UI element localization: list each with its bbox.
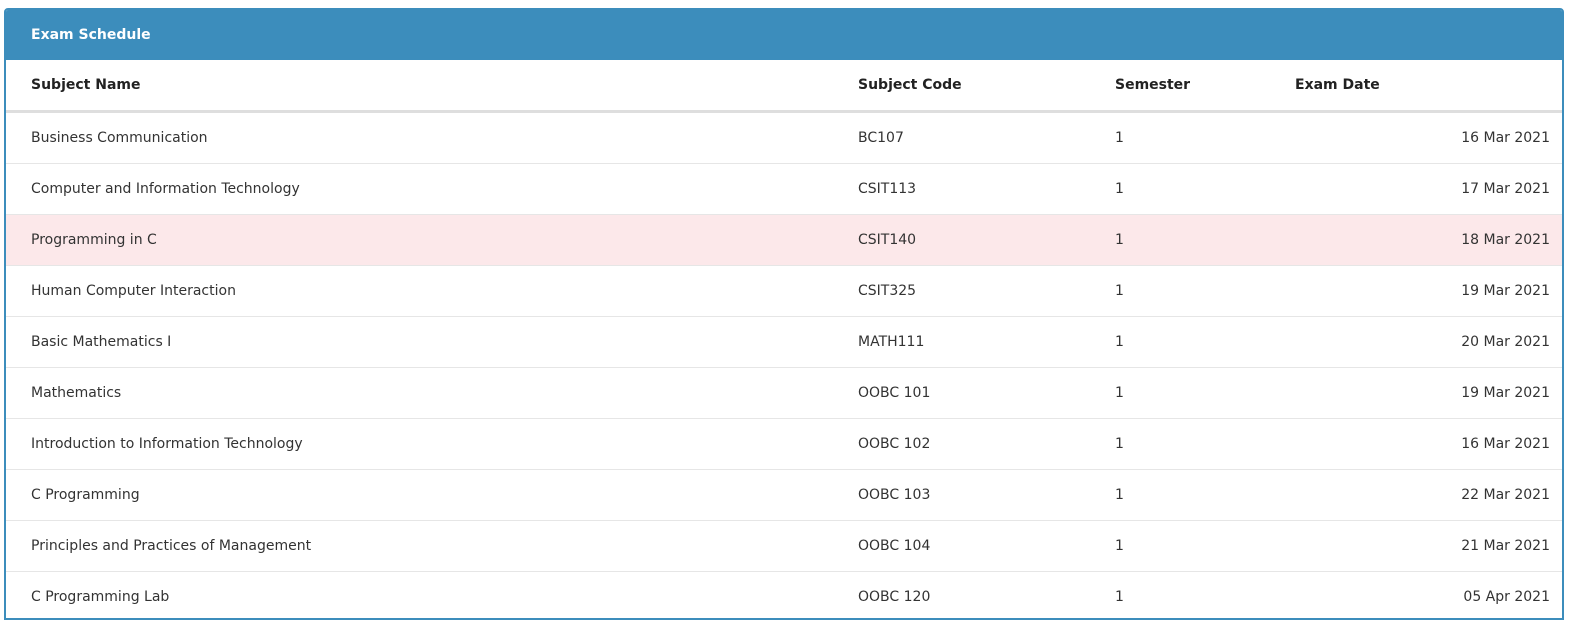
column-header-subject-name[interactable]: Subject Name <box>6 60 858 113</box>
cell-semester: 1 <box>1115 111 1295 164</box>
table-row[interactable]: Business Communication BC107 1 16 Mar 2021 <box>6 111 1562 164</box>
column-header-subject-code[interactable]: Subject Code <box>858 60 1115 113</box>
cell-subject-code: CSIT113 <box>858 163 1115 215</box>
column-header-exam-date[interactable]: Exam Date <box>1295 60 1562 113</box>
cell-subject-code: CSIT325 <box>858 265 1115 317</box>
table-row[interactable]: Principles and Practices of Management OO… <box>6 520 1562 572</box>
cell-exam-date: 22 Mar 2021 <box>1295 469 1562 521</box>
cell-subject-name: Business Communication <box>6 111 858 164</box>
cell-semester: 1 <box>1115 469 1295 521</box>
cell-semester: 1 <box>1115 367 1295 419</box>
cell-subject-code: OOBC 120 <box>858 589 931 605</box>
cell-subject-code: MATH111 <box>858 316 1115 368</box>
cell-exam-date: 19 Mar 2021 <box>1295 265 1562 317</box>
panel-header: Exam Schedule <box>6 10 1562 60</box>
cell-subject-name: Programming in C <box>6 214 858 266</box>
cell-subject-code: OOBC 104 <box>858 520 1115 572</box>
cell-subject-name: C Programming <box>6 469 858 521</box>
table-row[interactable]: Introduction to Information Technology OO… <box>6 418 1562 470</box>
cell-semester: 1 <box>1115 418 1295 470</box>
cell-semester: 1 <box>1115 589 1124 605</box>
cell-exam-date: 20 Mar 2021 <box>1295 316 1562 368</box>
cell-exam-date: 18 Mar 2021 <box>1295 214 1562 266</box>
cell-subject-code: BC107 <box>858 111 1115 164</box>
cell-subject-name: C Programming Lab <box>31 589 170 605</box>
table-row[interactable]: Human Computer Interaction CSIT325 1 19 Mar… <box>6 265 1562 317</box>
cell-exam-date: 05 Apr 2021 <box>1463 589 1550 605</box>
cell-subject-name: Computer and Information Technology <box>6 163 858 215</box>
cell-subject-code: OOBC 101 <box>858 367 1115 419</box>
table-row[interactable]: Basic Mathematics I MATH111 1 20 Mar 2021 <box>6 316 1562 368</box>
column-header-semester[interactable]: Semester <box>1115 60 1295 113</box>
table-row[interactable]: C Programming OOBC 103 1 22 Mar 2021 <box>6 469 1562 521</box>
cell-semester: 1 <box>1115 265 1295 317</box>
cell-exam-date: 16 Mar 2021 <box>1295 111 1562 164</box>
cell-subject-name: Principles and Practices of Management <box>6 520 858 572</box>
table-header: Subject Name Subject Code Semester Exam … <box>6 60 1562 113</box>
table-header-row: Subject Name Subject Code Semester Exam … <box>6 60 1562 113</box>
cell-subject-name: Introduction to Information Technology <box>6 418 858 470</box>
table-row[interactable]: C Programming Lab OOBC 120 1 05 Apr 2021 <box>6 572 1562 619</box>
table-row[interactable]: Mathematics OOBC 101 1 19 Mar 2021 <box>6 367 1562 419</box>
table-row[interactable]: Programming in C CSIT140 1 18 Mar 2021 <box>6 214 1562 266</box>
table-row[interactable]: Computer and Information Technology CSIT1… <box>6 163 1562 215</box>
cell-subject-code: OOBC 103 <box>858 469 1115 521</box>
cell-subject-name: Human Computer Interaction <box>6 265 858 317</box>
cell-semester: 1 <box>1115 163 1295 215</box>
exam-schedule-table: Subject Name Subject Code Semester Exam … <box>6 60 1562 619</box>
cell-subject-code: OOBC 102 <box>858 418 1115 470</box>
panel-title: Exam Schedule <box>31 26 151 43</box>
cell-subject-code: CSIT140 <box>858 214 1115 266</box>
cell-subject-name: Basic Mathematics I <box>6 316 858 368</box>
cell-exam-date: 16 Mar 2021 <box>1295 418 1562 470</box>
table-body: Business Communication BC107 1 16 Mar 2021 C… <box>6 111 1562 619</box>
cell-semester: 1 <box>1115 214 1295 266</box>
cell-exam-date: 19 Mar 2021 <box>1295 367 1562 419</box>
exam-schedule-panel: Exam Schedule Subject Name Subject Code … <box>4 8 1564 620</box>
cell-semester: 1 <box>1115 520 1295 572</box>
cell-subject-name: Mathematics <box>6 367 858 419</box>
cell-exam-date: 21 Mar 2021 <box>1295 520 1562 572</box>
cell-semester: 1 <box>1115 316 1295 368</box>
cell-exam-date: 17 Mar 2021 <box>1295 163 1562 215</box>
